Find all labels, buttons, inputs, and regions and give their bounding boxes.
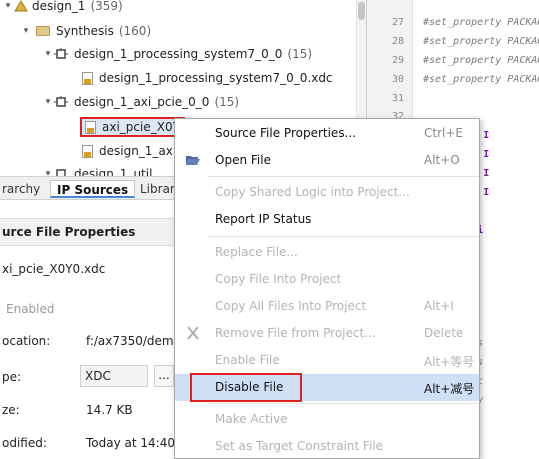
- menu-separator: [207, 176, 479, 177]
- enabled-label: Enabled: [6, 302, 55, 316]
- code-line: #set_property PACKAG: [423, 73, 539, 85]
- collapse-arrow-icon[interactable]: ▾: [20, 26, 32, 36]
- tree-count: (15): [214, 95, 240, 109]
- collapse-arrow-icon[interactable]: ▾: [42, 97, 54, 107]
- size-value: 14.7 KB: [86, 403, 133, 417]
- menu-item-copy-shared-logic-into-project[interactable]: Copy Shared Logic into Project...: [175, 179, 479, 206]
- tab-ip-sources[interactable]: IP Sources: [50, 180, 136, 198]
- type-label: pe:: [2, 370, 22, 384]
- menu-item-set-as-target-constraint-file[interactable]: Set as Target Constraint File: [175, 433, 479, 459]
- menu-item-label: Set as Target Constraint File: [215, 439, 383, 453]
- xdc-file-icon: [82, 71, 93, 85]
- menu-item-shortcut: Alt+等号: [424, 355, 475, 369]
- menu-item-copy-file-into-project[interactable]: Copy File Into Project: [175, 266, 479, 293]
- properties-filename: xi_pcie_X0Y0.xdc: [2, 262, 106, 276]
- menu-item-shortcut: Ctrl+E: [424, 126, 463, 140]
- collapse-arrow-icon[interactable]: ▾: [42, 49, 54, 59]
- tab-hierarchy[interactable]: rarchy: [0, 180, 46, 198]
- xdc-file-icon: [82, 144, 93, 158]
- tree-label: axi_pcie_X0Y: [102, 120, 180, 134]
- menu-item-label: Enable File: [215, 353, 280, 367]
- menu-item-shortcut: Delete: [424, 326, 464, 340]
- menu-item-label: Report IP Status: [215, 212, 312, 226]
- code-line: #set_property PACKAG: [423, 16, 539, 28]
- menu-item-enable-file[interactable]: Enable File Alt+等号: [175, 347, 479, 374]
- line-number: 29: [391, 54, 404, 66]
- xdc-file-icon: [85, 120, 96, 134]
- menu-item-label: Copy File Into Project: [215, 272, 342, 286]
- scrollbar-thumb[interactable]: [358, 2, 365, 20]
- selected-file[interactable]: axi_pcie_X0Y: [80, 117, 185, 137]
- menu-item-open-file[interactable]: Open File Alt+O: [175, 147, 479, 174]
- tree-label: design_1_axi_pcie_0_0: [74, 95, 210, 109]
- tree-label: design_1_processing_system7_0_0: [74, 47, 283, 61]
- tree-row-processing-system[interactable]: ▾ design_1_processing_system7_0_0 (15): [42, 42, 312, 66]
- collapse-arrow-icon[interactable]: ▾: [2, 1, 14, 11]
- menu-item-label: Source File Properties...: [215, 126, 357, 140]
- modified-label: odified:: [2, 436, 47, 450]
- context-menu: Source File Properties... Ctrl+E Open File…: [174, 118, 480, 459]
- menu-item-label: Copy Shared Logic into Project...: [215, 185, 410, 199]
- line-number: 31: [391, 92, 404, 104]
- size-label: ze:: [2, 403, 20, 417]
- menu-separator: [207, 236, 479, 237]
- tree-label: design_1_axi: [99, 144, 177, 158]
- location-label: ocation:: [2, 334, 51, 348]
- menu-item-label: Make Active: [215, 412, 288, 426]
- menu-item-make-active[interactable]: Make Active: [175, 406, 479, 433]
- menu-separator: [207, 403, 479, 404]
- code-line: #set_property PACKAG: [423, 35, 539, 47]
- tree-row-design-1[interactable]: ▾ design_1 (359): [2, 0, 123, 18]
- line-number: 27: [391, 16, 404, 28]
- tree-row-ps-xdc[interactable]: design_1_processing_system7_0_0.xdc: [82, 66, 333, 90]
- tree-row-synthesis[interactable]: ▾ Synthesis (160): [20, 19, 151, 43]
- folder-open-icon: [185, 153, 201, 167]
- code-line: #set_property PACKAG: [423, 54, 539, 66]
- design-hierarchy-icon: [14, 0, 28, 12]
- tree-row-axi-pcie[interactable]: ▾ design_1_axi_pcie_0_0 (15): [42, 90, 239, 114]
- tree-row-axi-pcie-xdc[interactable]: axi_pcie_X0Y: [80, 115, 185, 139]
- type-value: XDC: [80, 365, 148, 387]
- tree-label: design_1_util: [74, 167, 153, 176]
- type-browse-button[interactable]: ...: [154, 365, 174, 387]
- menu-item-report-ip-status[interactable]: Report IP Status: [175, 206, 479, 233]
- menu-item-shortcut: Alt+O: [424, 153, 460, 167]
- menu-item-copy-all-files-into-project[interactable]: Copy All Files Into Project Alt+I: [175, 293, 479, 320]
- menu-item-label: Open File: [215, 153, 271, 167]
- tree-row-util[interactable]: ▾ design_1_util: [42, 162, 152, 176]
- tree-count: (160): [118, 24, 152, 38]
- ip-core-icon: [54, 168, 68, 176]
- ip-core-icon: [54, 48, 68, 60]
- menu-item-label: Copy All Files Into Project: [215, 299, 367, 313]
- line-number: 30: [391, 73, 404, 85]
- menu-item-disable-file[interactable]: Disable File Alt+减号: [175, 373, 479, 402]
- collapse-arrow-icon[interactable]: ▾: [42, 169, 54, 176]
- menu-item-shortcut: Alt+I: [424, 299, 454, 313]
- enabled-checkbox[interactable]: Enabled: [6, 302, 55, 316]
- tree-count: (15): [287, 47, 313, 61]
- tree-row-axi-file[interactable]: design_1_axi: [82, 139, 176, 163]
- highlight-box: [190, 373, 302, 402]
- menu-item-remove-file-from-project[interactable]: Remove File from Project... Delete: [175, 320, 479, 347]
- tree-label: design_1: [32, 0, 86, 13]
- close-icon: [185, 326, 201, 340]
- location-value: f:/ax7350/demo/: [86, 334, 185, 348]
- ip-core-icon: [54, 96, 68, 108]
- menu-item-shortcut: Alt+减号: [424, 382, 475, 396]
- menu-item-source-file-properties[interactable]: Source File Properties... Ctrl+E: [175, 120, 479, 147]
- tree-count: (359): [90, 0, 123, 13]
- line-number: 28: [391, 35, 404, 47]
- tree-label: design_1_processing_system7_0_0.xdc: [99, 71, 333, 85]
- menu-item-label: Remove File from Project...: [215, 326, 376, 340]
- menu-item-replace-file[interactable]: Replace File...: [175, 239, 479, 266]
- tree-label: Synthesis: [56, 24, 114, 38]
- folder-icon: [36, 26, 50, 36]
- modified-value: Today at 14:40:: [86, 436, 180, 450]
- menu-item-label: Replace File...: [215, 245, 298, 259]
